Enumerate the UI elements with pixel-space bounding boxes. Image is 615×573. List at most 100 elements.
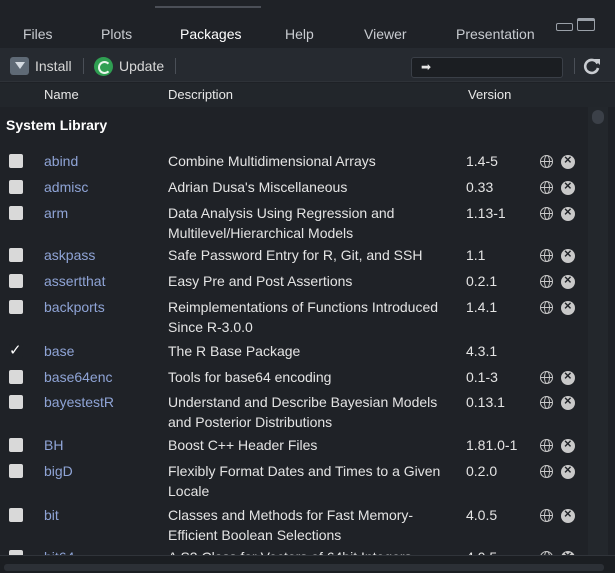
toolbar-divider bbox=[574, 58, 575, 74]
active-tab-indicator bbox=[155, 6, 261, 8]
remove-package-icon[interactable] bbox=[561, 272, 575, 289]
library-heading: System Library bbox=[6, 117, 108, 133]
horizontal-scroll-thumb[interactable] bbox=[4, 564, 604, 571]
remove-package-icon[interactable] bbox=[561, 298, 575, 315]
globe-icon[interactable] bbox=[540, 371, 553, 384]
update-button[interactable]: Update bbox=[94, 56, 164, 76]
package-name-link[interactable]: base bbox=[44, 343, 74, 359]
package-name-link[interactable]: BH bbox=[44, 437, 63, 453]
package-version: 1.1 bbox=[466, 247, 486, 263]
package-description: Understand and Describe Bayesian Models … bbox=[168, 394, 438, 430]
load-package-checkbox[interactable] bbox=[9, 180, 23, 194]
minimize-pane-icon[interactable] bbox=[556, 23, 573, 31]
tab-files[interactable]: Files bbox=[23, 26, 53, 42]
package-description: Flexibly Format Dates and Times to a Giv… bbox=[168, 463, 441, 499]
vertical-scrollbar[interactable] bbox=[588, 107, 608, 555]
load-package-checkbox[interactable] bbox=[9, 395, 23, 409]
load-package-checkbox[interactable] bbox=[9, 508, 23, 522]
load-package-checkbox[interactable] bbox=[9, 154, 23, 168]
remove-package-icon[interactable] bbox=[561, 152, 575, 169]
globe-icon[interactable] bbox=[540, 439, 553, 452]
horizontal-scrollbar[interactable] bbox=[0, 555, 615, 573]
tab-presentation[interactable]: Presentation bbox=[456, 26, 535, 42]
package-description: Safe Password Entry for R, Git, and SSH bbox=[168, 247, 423, 263]
package-description: Tools for base64 encoding bbox=[168, 369, 332, 385]
column-header-description[interactable]: Description bbox=[168, 87, 233, 102]
tab-viewer[interactable]: Viewer bbox=[364, 26, 407, 42]
package-description: Data Analysis Using Regression and Multi… bbox=[168, 205, 395, 241]
package-table: System Library abind Combine Multidimensi… bbox=[0, 107, 588, 555]
globe-icon[interactable] bbox=[540, 207, 553, 220]
remove-package-icon[interactable] bbox=[561, 246, 575, 263]
globe-icon[interactable] bbox=[540, 249, 553, 262]
package-version: 0.33 bbox=[466, 179, 494, 195]
package-description: Classes and Methods for Fast Memory-Effi… bbox=[168, 507, 414, 543]
package-name-link[interactable]: base64enc bbox=[44, 369, 113, 385]
update-icon bbox=[94, 56, 113, 76]
load-package-checkbox[interactable] bbox=[9, 370, 23, 384]
remove-package-icon[interactable] bbox=[561, 462, 575, 479]
load-package-checkbox[interactable] bbox=[9, 206, 23, 220]
package-name-link[interactable]: bit bbox=[44, 507, 59, 523]
package-description: Boost C++ Header Files bbox=[168, 437, 318, 453]
package-version: 4.0.5 bbox=[466, 507, 498, 523]
load-package-checkbox[interactable] bbox=[9, 248, 23, 262]
package-name-link[interactable]: abind bbox=[44, 153, 78, 169]
arrow-right-icon: ➡ bbox=[421, 60, 432, 74]
load-package-checkbox[interactable] bbox=[9, 300, 23, 314]
maximize-pane-icon[interactable] bbox=[577, 18, 595, 31]
remove-package-icon[interactable] bbox=[561, 506, 575, 523]
package-description: A S3 Class for Vectors of 64bit Integers bbox=[168, 547, 458, 555]
package-version: 1.4-5 bbox=[466, 153, 498, 169]
remove-package-icon[interactable] bbox=[561, 368, 575, 385]
package-name-link[interactable]: admisc bbox=[44, 179, 88, 195]
tab-plots[interactable]: Plots bbox=[101, 26, 132, 42]
package-version: 0.1-3 bbox=[466, 369, 498, 385]
load-package-checkbox[interactable] bbox=[9, 438, 23, 452]
update-label: Update bbox=[119, 58, 165, 74]
tab-packages[interactable]: Packages bbox=[180, 26, 241, 42]
package-name-link[interactable]: bigD bbox=[44, 463, 73, 479]
vertical-scroll-thumb[interactable] bbox=[592, 110, 604, 124]
tab-help[interactable]: Help bbox=[285, 26, 314, 42]
remove-package-icon[interactable] bbox=[561, 178, 575, 195]
package-version: 1.4.1 bbox=[466, 299, 498, 315]
package-name-link[interactable]: askpass bbox=[44, 247, 95, 263]
search-input[interactable] bbox=[436, 59, 556, 76]
globe-icon[interactable] bbox=[540, 301, 553, 314]
package-version: 0.2.1 bbox=[466, 273, 498, 289]
package-version: 0.13.1 bbox=[466, 394, 505, 410]
globe-icon[interactable] bbox=[540, 465, 553, 478]
package-version: 4.3.1 bbox=[466, 343, 498, 359]
load-package-checkbox[interactable] bbox=[9, 464, 23, 478]
remove-package-icon[interactable] bbox=[561, 204, 575, 221]
package-description: Easy Pre and Post Assertions bbox=[168, 273, 353, 289]
package-search[interactable]: ➡ bbox=[411, 57, 563, 78]
refresh-icon[interactable] bbox=[582, 56, 602, 76]
pane-tab-bar: Files Plots Packages Help Viewer Present… bbox=[0, 0, 615, 48]
install-button[interactable]: Install bbox=[10, 56, 72, 76]
package-name-link[interactable]: bayestestR bbox=[44, 394, 114, 410]
package-description: Combine Multidimensional Arrays bbox=[168, 153, 376, 169]
remove-package-icon[interactable] bbox=[561, 436, 575, 453]
package-version: 1.81.0-1 bbox=[466, 437, 518, 453]
globe-icon[interactable] bbox=[540, 275, 553, 288]
toolbar-divider bbox=[83, 58, 84, 74]
load-package-checkbox[interactable] bbox=[9, 274, 23, 288]
column-header-name[interactable]: Name bbox=[44, 87, 79, 102]
pane-window-controls bbox=[556, 18, 600, 32]
globe-icon[interactable] bbox=[540, 155, 553, 168]
column-header-version[interactable]: Version bbox=[468, 87, 511, 102]
install-icon bbox=[10, 57, 29, 75]
package-name-link[interactable]: backports bbox=[44, 299, 105, 315]
globe-icon[interactable] bbox=[540, 181, 553, 194]
package-name-link[interactable]: arm bbox=[44, 205, 68, 221]
load-package-checkbox[interactable] bbox=[9, 341, 23, 359]
globe-icon[interactable] bbox=[540, 509, 553, 522]
remove-package-icon[interactable] bbox=[561, 393, 575, 410]
globe-icon[interactable] bbox=[540, 396, 553, 409]
package-description: Reimplementations of Functions Introduce… bbox=[168, 299, 439, 335]
package-version: 0.2.0 bbox=[466, 463, 498, 479]
package-name-link[interactable]: assertthat bbox=[44, 273, 105, 289]
packages-toolbar: Install Update ➡ bbox=[0, 48, 615, 82]
